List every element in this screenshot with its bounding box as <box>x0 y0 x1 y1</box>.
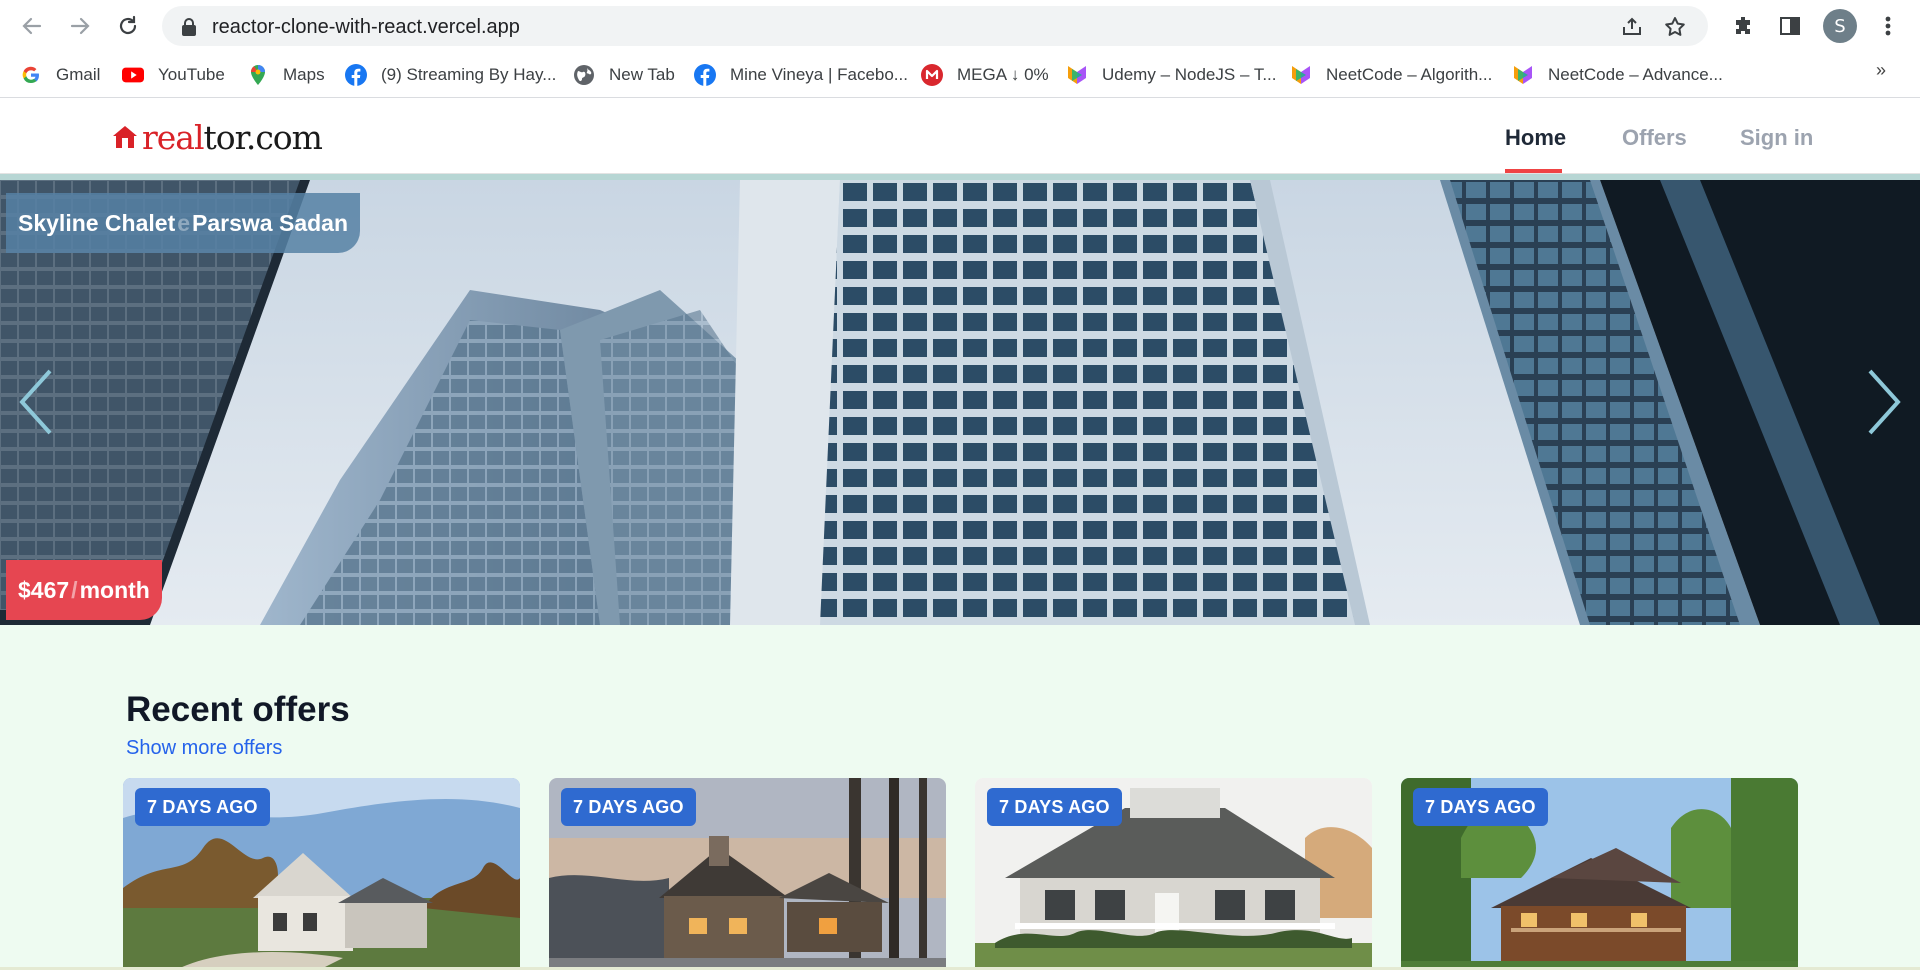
slider-prev-button[interactable] <box>14 367 58 437</box>
bookmark-label: New Tab <box>609 65 675 84</box>
bookmark-label: NeetCode – Advance... <box>1548 65 1723 84</box>
bookmark-label: Gmail <box>56 65 101 84</box>
bookmark-label: YouTube <box>158 65 225 84</box>
more-bookmarks-button[interactable]: » <box>1876 60 1886 81</box>
hero-price-fade: / <box>71 576 78 603</box>
site-header: real tor.com Home Offers Sign in <box>0 99 1920 174</box>
bookmark-neetcode-algorithms[interactable]: NeetCode – Algorith... <box>1290 63 1492 87</box>
nav-offers[interactable]: Offers <box>1622 125 1687 151</box>
bookmark-new-tab[interactable]: New Tab <box>573 63 675 87</box>
youtube-icon <box>122 64 144 86</box>
nav-sign-in[interactable]: Sign in <box>1740 125 1813 151</box>
hero-slider[interactable]: Skyline Chalet e Parswa Sadan $467 / mon… <box>0 174 1920 625</box>
listing-card[interactable]: 7 DAYS AGO <box>549 778 946 970</box>
logo-text-dark: tor.com <box>203 117 323 157</box>
back-arrow-icon <box>22 17 42 35</box>
bookmarks-bar: Gmail YouTube Maps (9) Streaming By Hay.… <box>0 52 1920 98</box>
section-heading: Recent offers <box>126 690 350 729</box>
posted-date-badge: 7 DAYS AGO <box>561 788 696 826</box>
hero-title-next-text: Parswa Sadan <box>192 209 348 236</box>
house-logo-icon <box>113 126 137 148</box>
neetcode-icon <box>1066 64 1088 86</box>
forward-arrow-icon <box>70 17 90 35</box>
maps-icon <box>247 64 269 86</box>
logo-text-red: real <box>142 117 205 157</box>
reload-icon <box>119 15 137 35</box>
address-bar[interactable]: reactor-clone-with-react.vercel.app <box>162 6 1708 46</box>
google-icon <box>20 64 42 86</box>
side-panel-icon[interactable] <box>1776 12 1804 40</box>
facebook-icon <box>694 64 716 86</box>
bookmark-maps[interactable]: Maps <box>247 63 325 87</box>
bookmark-udemy[interactable]: Udemy – NodeJS – T... <box>1066 63 1277 87</box>
bookmark-mine-vineya[interactable]: Mine Vineya | Facebo... <box>694 63 908 87</box>
bookmark-label: MEGA ↓ 0% <box>957 65 1049 84</box>
bookmark-neetcode-advanced[interactable]: NeetCode – Advance... <box>1512 63 1723 87</box>
neetcode-icon <box>1512 64 1534 86</box>
forward-button[interactable] <box>64 10 96 42</box>
share-icon[interactable] <box>1619 14 1645 40</box>
lock-icon[interactable] <box>176 14 202 40</box>
bookmark-youtube[interactable]: YouTube <box>122 63 225 87</box>
posted-date-badge: 7 DAYS AGO <box>1413 788 1548 826</box>
hero-listing-title[interactable]: Skyline Chalet e Parswa Sadan <box>6 193 360 253</box>
hero-title-fade: e <box>177 209 191 236</box>
nav-home[interactable]: Home <box>1505 125 1566 151</box>
globe-icon <box>573 64 595 86</box>
listing-card[interactable]: 7 DAYS AGO <box>1401 778 1798 970</box>
bookmark-label: Maps <box>283 65 325 84</box>
browser-menu-icon[interactable] <box>1874 12 1902 40</box>
bookmark-mega[interactable]: MEGA ↓ 0% <box>921 63 1049 87</box>
reload-button[interactable] <box>112 10 144 42</box>
posted-date-badge: 7 DAYS AGO <box>135 788 270 826</box>
recent-offers-section: Recent offers Show more offers 7 DAYS AG… <box>0 625 1920 970</box>
hero-price-tag: $467 / month <box>6 560 162 620</box>
bookmark-gmail[interactable]: Gmail <box>20 63 100 87</box>
listing-card[interactable]: 7 DAYS AGO <box>123 778 520 970</box>
neetcode-icon <box>1290 64 1312 86</box>
mega-icon <box>921 64 943 86</box>
bookmark-label: Mine Vineya | Facebo... <box>730 65 908 84</box>
browser-toolbar: reactor-clone-with-react.vercel.app S <box>0 0 1920 52</box>
bookmark-label: (9) Streaming By Hay... <box>381 65 557 84</box>
bookmark-star-icon[interactable] <box>1662 14 1688 40</box>
slider-next-button[interactable] <box>1862 367 1906 437</box>
chevron-right-icon <box>1868 369 1901 435</box>
profile-avatar[interactable]: S <box>1823 9 1857 43</box>
url-text[interactable]: reactor-clone-with-react.vercel.app <box>212 16 520 39</box>
hero-price-amount: $467 <box>18 576 70 603</box>
posted-date-badge: 7 DAYS AGO <box>987 788 1122 826</box>
facebook-icon <box>345 64 367 86</box>
hero-price-suffix: month <box>79 576 150 603</box>
listing-card[interactable]: 7 DAYS AGO <box>975 778 1372 970</box>
bookmark-label: NeetCode – Algorith... <box>1326 65 1493 84</box>
bookmark-streaming[interactable]: (9) Streaming By Hay... <box>345 63 556 87</box>
bookmark-label: Udemy – NodeJS – T... <box>1102 65 1277 84</box>
extensions-icon[interactable] <box>1729 12 1757 40</box>
active-nav-indicator <box>1505 169 1562 173</box>
back-button[interactable] <box>16 10 48 42</box>
chevron-left-icon <box>19 369 52 435</box>
show-more-offers-link[interactable]: Show more offers <box>126 737 282 760</box>
realtor-logo[interactable]: real tor.com <box>112 117 323 157</box>
hero-title-text: Skyline Chalet <box>18 209 176 236</box>
